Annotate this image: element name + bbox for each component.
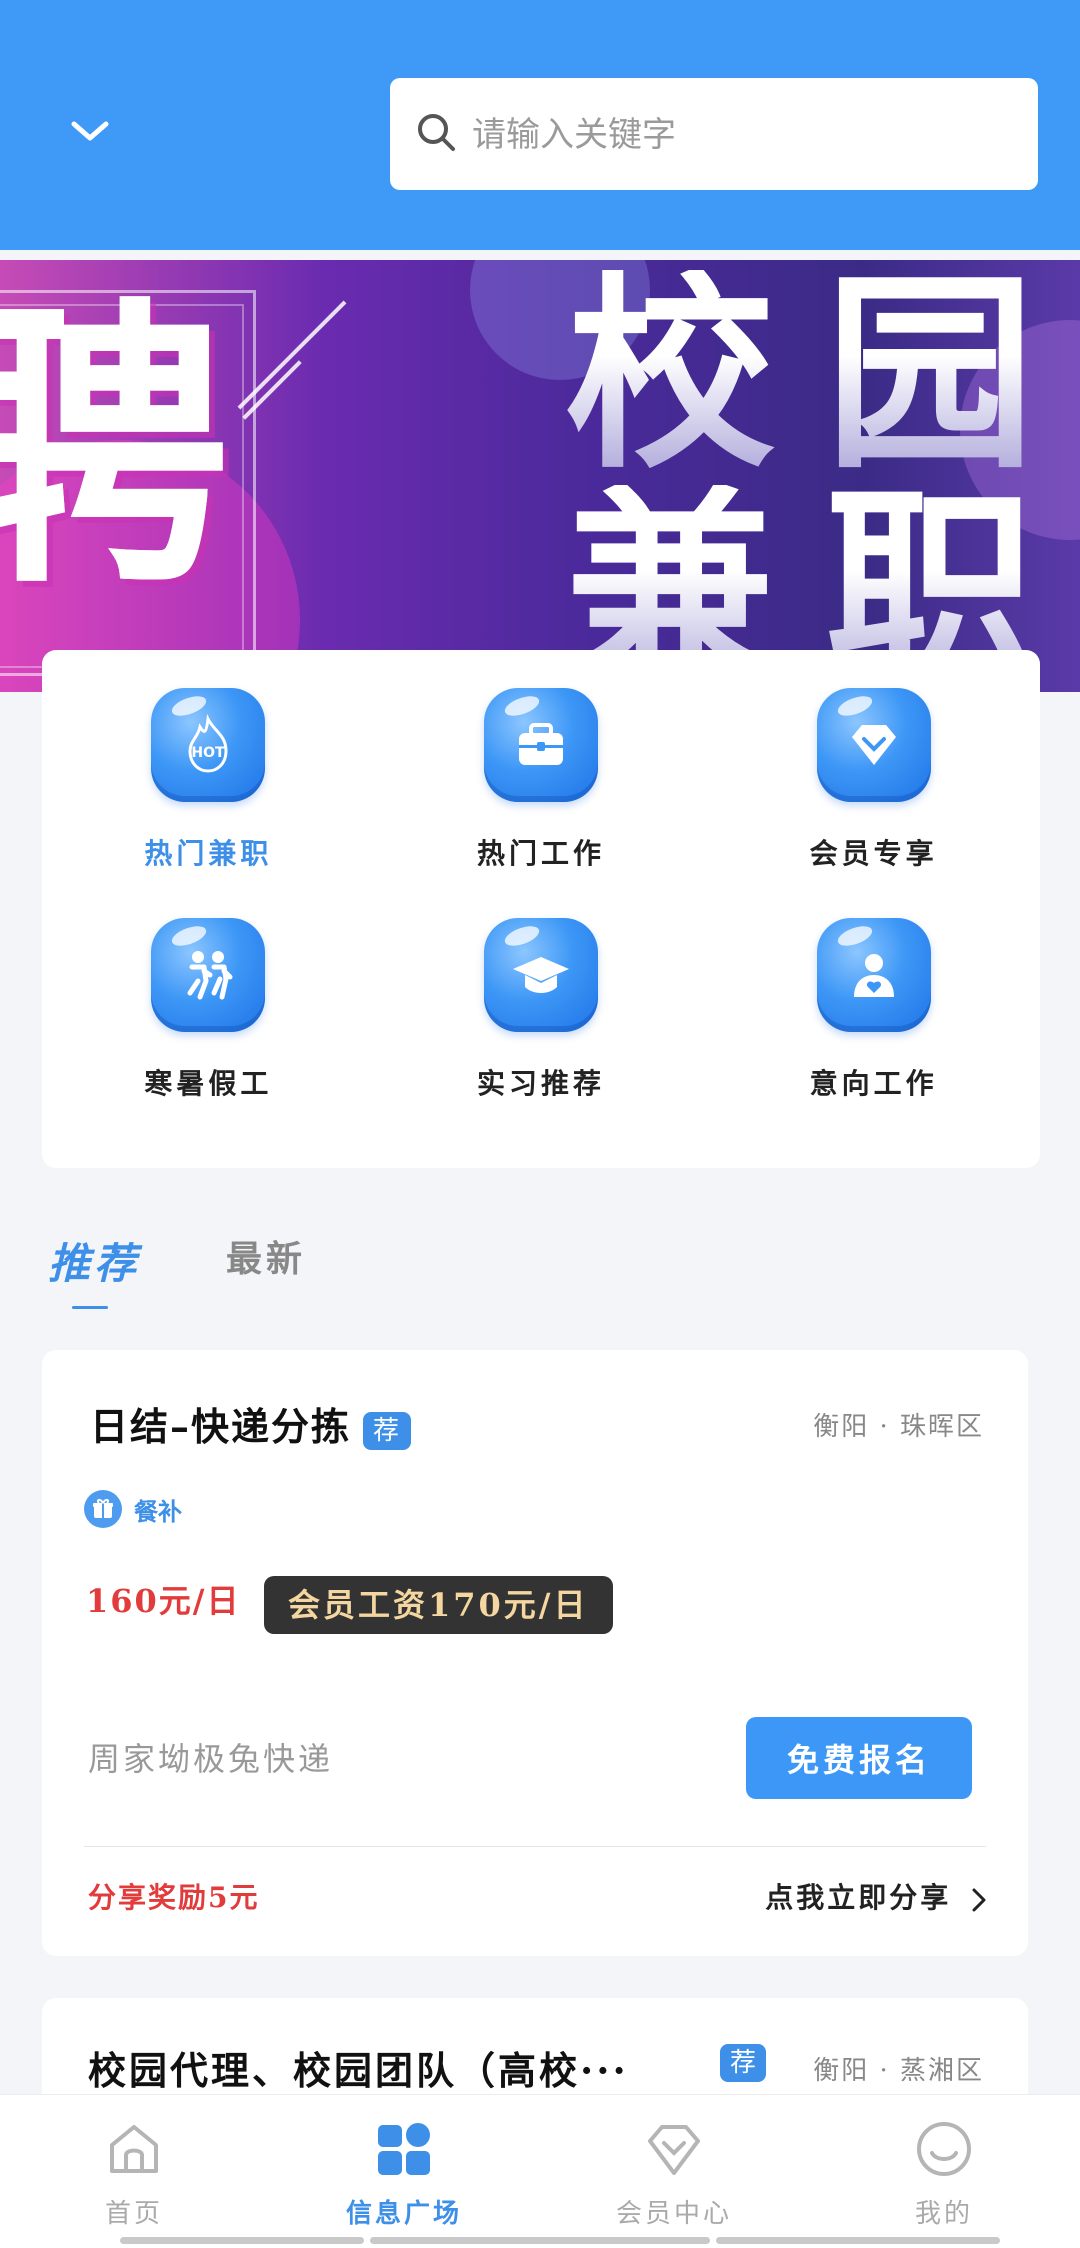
smile-icon	[917, 2122, 971, 2176]
divider	[84, 1846, 986, 1847]
job-location: 衡阳 · 珠晖区	[813, 1412, 984, 1442]
nav-mine[interactable]: 我的	[844, 2119, 1044, 2230]
graduation-cap-icon	[483, 918, 598, 1032]
banner-title-char: 园	[800, 270, 1060, 485]
share-reward: 分享奖励5元	[88, 1881, 260, 1914]
category-internship[interactable]: 实习推荐	[375, 918, 708, 1148]
category-label: 热门工作	[476, 837, 605, 870]
gesture-bar	[120, 2237, 364, 2244]
category-hot-parttime[interactable]: HOT 热门兼职	[42, 688, 375, 918]
banner-left-char: 聘	[0, 275, 230, 624]
chevron-right-icon	[972, 1888, 986, 1911]
hot-icon: HOT	[151, 688, 266, 802]
share-link[interactable]: 点我立即分享	[765, 1876, 988, 1916]
nav-label: 信息广场	[345, 2199, 462, 2229]
category-grid: HOT 热门兼职 热门工作 会员专享 寒暑假工 实习推荐 意向工作	[42, 650, 1040, 1168]
member-wage-badge: 会员工资170元/日	[264, 1576, 613, 1634]
tab-latest[interactable]: 最新	[226, 1230, 306, 1282]
people-running-icon	[151, 918, 266, 1032]
bottom-navigation: 首页 信息广场 会员中心 我的	[0, 2094, 1080, 2248]
wage: 160元/日	[86, 1582, 241, 1620]
gift-icon	[84, 1490, 122, 1528]
tab-active-indicator	[72, 1306, 108, 1309]
user-heart-icon	[816, 918, 931, 1032]
home-icon	[110, 2125, 158, 2173]
recommended-badge: 荐	[363, 1411, 412, 1450]
briefcase-icon	[483, 688, 598, 802]
job-card[interactable]: 日结–快递分拣荐 衡阳 · 珠晖区 餐补 160元/日 会员工资170元/日 周…	[42, 1350, 1028, 1956]
category-label: 寒暑假工	[144, 1067, 273, 1100]
job-location: 衡阳 · 蒸湘区	[813, 2056, 984, 2086]
search-icon	[418, 114, 455, 151]
category-desired-job[interactable]: 意向工作	[707, 918, 1040, 1148]
nav-label: 首页	[104, 2199, 163, 2229]
benefit-tag: 餐补	[84, 1490, 182, 1528]
nav-home[interactable]: 首页	[34, 2119, 234, 2230]
gesture-bar	[716, 2237, 1000, 2244]
campus-parttime-banner[interactable]: 聘 校 园 兼 职	[0, 260, 1080, 692]
nav-member-center[interactable]: 会员中心	[574, 2119, 774, 2230]
diamond-icon	[648, 2125, 700, 2175]
search-bar[interactable]	[390, 78, 1038, 190]
chevron-down-icon[interactable]	[68, 110, 112, 154]
tab-recommend[interactable]: 推荐	[48, 1230, 140, 1291]
gesture-bar	[370, 2237, 710, 2244]
recommended-badge: 荐	[720, 2044, 767, 2082]
grid-icon	[378, 2123, 430, 2175]
category-hot-jobs[interactable]: 热门工作	[375, 688, 708, 918]
svg-text:HOT: HOT	[192, 745, 226, 761]
job-title-row: 日结–快递分拣荐	[90, 1396, 412, 1451]
top-header	[0, 0, 1080, 250]
benefit-label: 餐补	[134, 1496, 182, 1526]
banner-title: 校 园 兼 职	[540, 270, 1060, 693]
banner-title-char: 校	[540, 270, 800, 485]
company-name: 周家坳极兔快递	[88, 1740, 334, 1778]
nav-label: 我的	[914, 2199, 973, 2229]
category-member-exclusive[interactable]: 会员专享	[707, 688, 1040, 918]
category-label: 意向工作	[809, 1067, 938, 1100]
diamond-icon	[816, 688, 931, 802]
share-link-label: 点我立即分享	[765, 1881, 952, 1914]
category-label: 会员专享	[809, 837, 938, 870]
nav-label: 会员中心	[615, 2199, 732, 2229]
category-vacation-work[interactable]: 寒暑假工	[42, 918, 375, 1148]
job-title: 日结–快递分拣	[90, 1404, 352, 1449]
nav-info-square[interactable]: 信息广场	[304, 2119, 504, 2230]
search-input[interactable]	[470, 100, 1014, 170]
category-label: 实习推荐	[476, 1067, 605, 1100]
category-label: 热门兼职	[144, 837, 273, 870]
free-apply-button[interactable]: 免费报名	[746, 1717, 972, 1799]
job-title: 校园代理、校园团队（高校···	[88, 2048, 629, 2093]
